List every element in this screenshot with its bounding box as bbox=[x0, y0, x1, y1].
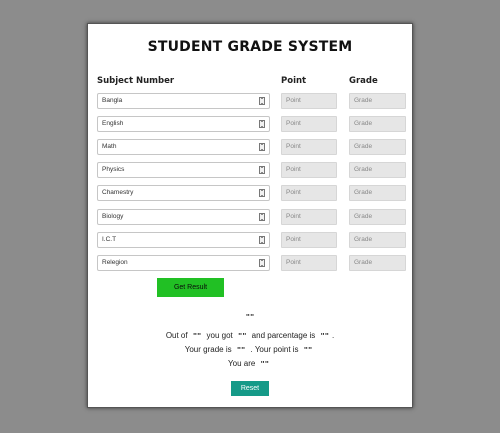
subject-row: Chamestry Point Grade bbox=[88, 185, 412, 202]
subject-column-header: Subject Number bbox=[97, 76, 175, 86]
grade-field-text: Grade bbox=[354, 212, 373, 220]
subject-input-value: English bbox=[102, 120, 124, 128]
grade-field: Grade bbox=[349, 139, 406, 156]
grade-field-text: Grade bbox=[354, 258, 373, 266]
point-field: Point bbox=[281, 116, 337, 133]
number-spinner-icon[interactable] bbox=[259, 235, 265, 244]
grade-field-text: Grade bbox=[354, 166, 373, 174]
result-score-line: Out of "" you got "" and parcentage is "… bbox=[88, 331, 412, 340]
subject-input-value: Physics bbox=[102, 166, 125, 174]
result-grade-line: Your grade is "" . Your point is "" bbox=[88, 345, 412, 354]
point-field-text: Point bbox=[286, 212, 301, 220]
out-of-value: "" bbox=[192, 332, 202, 340]
point-label: . Your point is bbox=[250, 345, 299, 354]
subject-number-input[interactable]: English bbox=[97, 116, 270, 133]
subject-input-value: Bangla bbox=[102, 97, 123, 104]
number-spinner-icon[interactable] bbox=[259, 143, 265, 152]
result-status-line: You are "" bbox=[88, 359, 412, 368]
grade-field-text: Grade bbox=[354, 235, 373, 243]
grade-field: Grade bbox=[349, 254, 406, 271]
out-of-label: Out of bbox=[165, 331, 188, 340]
grade-field: Grade bbox=[349, 162, 406, 179]
subject-number-input[interactable]: Physics bbox=[97, 162, 270, 179]
point-field: Point bbox=[281, 208, 337, 225]
point-field: Point bbox=[281, 231, 337, 248]
subject-input-value: Chamestry bbox=[102, 189, 134, 197]
grade-field-text: Grade bbox=[354, 97, 373, 104]
point-field-text: Point bbox=[286, 166, 301, 174]
subject-input-value: I.C.T bbox=[102, 235, 117, 243]
name-placeholder: "" bbox=[245, 313, 255, 321]
number-spinner-icon[interactable] bbox=[259, 212, 265, 221]
number-spinner-icon[interactable] bbox=[259, 97, 265, 105]
subject-row: Bangla Point Grade bbox=[88, 93, 412, 110]
point-field-text: Point bbox=[286, 189, 301, 197]
number-spinner-icon[interactable] bbox=[259, 258, 265, 267]
point-field-text: Point bbox=[286, 143, 301, 151]
grade-field-text: Grade bbox=[354, 120, 373, 128]
grade-field: Grade bbox=[349, 116, 406, 133]
grade-column-header: Grade bbox=[349, 76, 378, 86]
you-got-label: you got bbox=[206, 331, 233, 340]
point-field: Point bbox=[281, 162, 337, 179]
subject-input-value: Math bbox=[102, 143, 117, 151]
you-are-value: "" bbox=[260, 360, 269, 368]
subject-number-input[interactable]: Math bbox=[97, 139, 270, 156]
subject-row: Math Point Grade bbox=[88, 139, 412, 156]
subject-row: Physics Point Grade bbox=[88, 162, 412, 179]
point-field-text: Point bbox=[286, 235, 301, 243]
number-spinner-icon[interactable] bbox=[259, 166, 265, 175]
point-field: Point bbox=[281, 139, 337, 156]
subject-number-input[interactable]: Relegion bbox=[97, 254, 270, 271]
point-field: Point bbox=[281, 185, 337, 202]
point-field-text: Point bbox=[286, 97, 301, 104]
grade-field-text: Grade bbox=[354, 189, 373, 197]
grade-field: Grade bbox=[349, 231, 406, 248]
point-field-text: Point bbox=[286, 120, 301, 128]
you-are-label: You are bbox=[228, 359, 256, 368]
grade-field: Grade bbox=[349, 208, 406, 225]
get-result-button[interactable]: Get Result bbox=[157, 278, 224, 297]
point-column-header: Point bbox=[281, 76, 307, 86]
grade-field: Grade bbox=[349, 185, 406, 202]
subject-number-input[interactable]: I.C.T bbox=[97, 231, 270, 248]
number-spinner-icon[interactable] bbox=[259, 120, 265, 129]
point-field-text: Point bbox=[286, 258, 301, 266]
result-name-line: "" bbox=[88, 312, 412, 321]
subject-input-value: Biology bbox=[102, 212, 124, 220]
point-value: "" bbox=[303, 346, 313, 354]
subject-number-input[interactable]: Chamestry bbox=[97, 185, 270, 202]
percentage-end: . bbox=[331, 331, 335, 340]
grade-field: Grade bbox=[349, 93, 406, 109]
subject-number-input[interactable]: Biology bbox=[97, 208, 270, 225]
subject-row: Biology Point Grade bbox=[88, 208, 412, 226]
page-title: STUDENT GRADE SYSTEM bbox=[147, 39, 353, 55]
number-spinner-icon[interactable] bbox=[259, 189, 265, 198]
point-field: Point bbox=[281, 254, 337, 271]
reset-button[interactable]: Reset bbox=[231, 381, 269, 396]
subject-row: English Point Grade bbox=[88, 116, 412, 133]
subject-row: I.C.T Point Grade bbox=[88, 231, 412, 249]
grade-form-card: STUDENT GRADE SYSTEM Subject Number Poin… bbox=[87, 23, 413, 408]
subject-input-value: Relegion bbox=[102, 258, 128, 266]
subject-number-input[interactable]: Bangla bbox=[97, 93, 270, 109]
percentage-label: and parcentage is bbox=[251, 331, 316, 340]
grade-label: Your grade is bbox=[184, 345, 232, 354]
grade-field-text: Grade bbox=[354, 143, 373, 151]
percentage-value: "" bbox=[320, 332, 329, 340]
subject-row: Relegion Point Grade bbox=[88, 254, 412, 272]
point-field: Point bbox=[281, 93, 337, 109]
grade-value: "" bbox=[236, 346, 246, 354]
you-got-value: "" bbox=[238, 332, 247, 340]
